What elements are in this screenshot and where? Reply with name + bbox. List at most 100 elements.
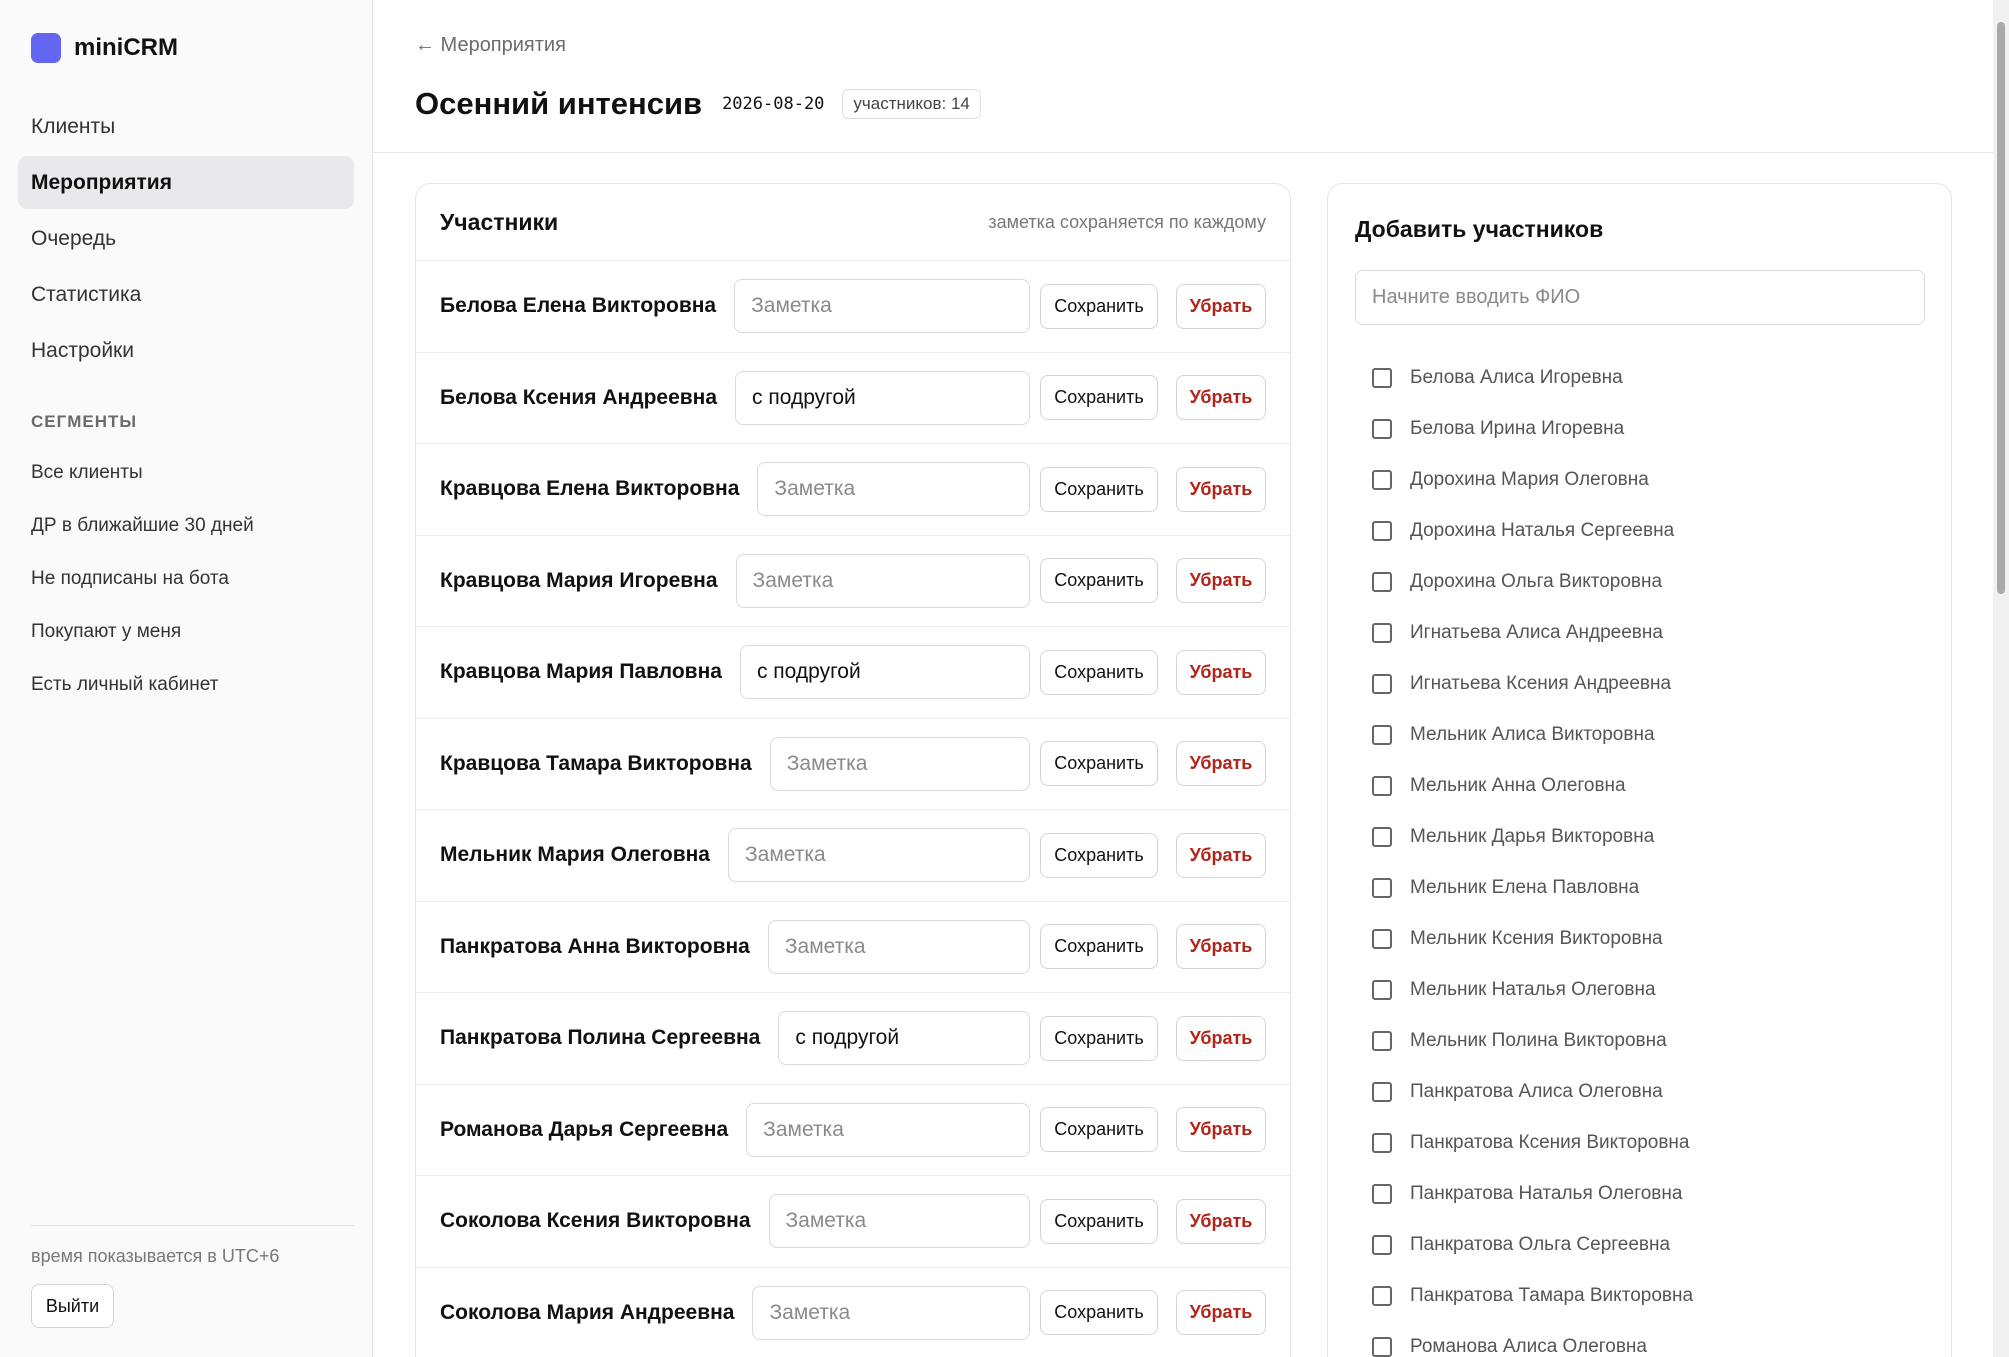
- participant-note-input[interactable]: [746, 1102, 1030, 1157]
- candidate-checkbox[interactable]: [1372, 622, 1392, 643]
- nav-item-clients[interactable]: Клиенты: [18, 100, 354, 153]
- candidate-checkbox[interactable]: [1372, 928, 1392, 949]
- candidate-item[interactable]: Панкратова Алиса Олеговна: [1372, 1066, 1693, 1117]
- candidate-item[interactable]: Мельник Полина Викторовна: [1372, 1015, 1693, 1066]
- candidate-checkbox[interactable]: [1372, 724, 1392, 745]
- participant-row: Кравцова Мария Игоревна Сохранить Убрать: [416, 536, 1290, 627]
- nav-item-queue[interactable]: Очередь: [18, 212, 354, 265]
- participant-note-input[interactable]: [757, 462, 1030, 517]
- candidate-item[interactable]: Дорохина Ольга Викторовна: [1372, 556, 1693, 607]
- remove-participant-button[interactable]: Убрать: [1176, 1290, 1266, 1336]
- candidate-checkbox[interactable]: [1372, 1183, 1392, 1204]
- remove-participant-button[interactable]: Убрать: [1176, 1015, 1266, 1061]
- remove-participant-button[interactable]: Убрать: [1176, 283, 1266, 329]
- remove-participant-button[interactable]: Убрать: [1176, 649, 1266, 695]
- title-row: Осенний интенсив 2026-08-20 участников: …: [415, 86, 981, 122]
- remove-participant-button[interactable]: Убрать: [1176, 1198, 1266, 1244]
- candidate-item[interactable]: Игнатьева Алиса Андреевна: [1372, 607, 1693, 658]
- candidate-item[interactable]: Игнатьева Ксения Андреевна: [1372, 658, 1693, 709]
- save-note-button[interactable]: Сохранить: [1040, 1290, 1158, 1336]
- participant-note-input[interactable]: [752, 1285, 1030, 1340]
- candidate-item[interactable]: Дорохина Мария Олеговна: [1372, 454, 1693, 505]
- candidate-checkbox[interactable]: [1372, 673, 1392, 694]
- participant-search-input[interactable]: [1355, 270, 1925, 325]
- participant-note-input[interactable]: [767, 919, 1030, 974]
- segment-item-not-subscribed[interactable]: Не подписаны на бота: [31, 552, 254, 605]
- remove-participant-button[interactable]: Убрать: [1176, 558, 1266, 604]
- candidate-item[interactable]: Романова Алиса Олеговна: [1372, 1321, 1693, 1357]
- candidate-item[interactable]: Мельник Алиса Викторовна: [1372, 709, 1693, 760]
- segment-item-buyers[interactable]: Покупают у меня: [31, 605, 254, 658]
- participant-note-input[interactable]: [739, 645, 1030, 700]
- candidate-checkbox[interactable]: [1372, 979, 1392, 1000]
- participant-note-input[interactable]: [735, 370, 1030, 425]
- participant-note-input[interactable]: [728, 828, 1030, 883]
- candidate-item[interactable]: Дорохина Наталья Сергеевна: [1372, 505, 1693, 556]
- nav-item-events[interactable]: Мероприятия: [18, 156, 354, 209]
- save-note-button[interactable]: Сохранить: [1040, 466, 1158, 512]
- candidate-checkbox[interactable]: [1372, 418, 1392, 439]
- segment-item-all-clients[interactable]: Все клиенты: [31, 446, 254, 499]
- candidate-item[interactable]: Мельник Дарья Викторовна: [1372, 811, 1693, 862]
- participant-note-input[interactable]: [734, 279, 1030, 334]
- save-note-button[interactable]: Сохранить: [1040, 741, 1158, 787]
- scrollbar-thumb[interactable]: [1997, 22, 2005, 594]
- participant-note-input[interactable]: [768, 1194, 1030, 1249]
- candidate-checkbox[interactable]: [1372, 1336, 1392, 1357]
- save-note-button[interactable]: Сохранить: [1040, 283, 1158, 329]
- nav-item-statistics[interactable]: Статистика: [18, 268, 354, 321]
- remove-participant-button[interactable]: Убрать: [1176, 832, 1266, 878]
- remove-participant-button[interactable]: Убрать: [1176, 375, 1266, 421]
- candidate-checkbox[interactable]: [1372, 1285, 1392, 1306]
- logout-button[interactable]: Выйти: [31, 1284, 114, 1328]
- candidate-item[interactable]: Мельник Елена Павловна: [1372, 862, 1693, 913]
- save-note-button[interactable]: Сохранить: [1040, 558, 1158, 604]
- candidate-item[interactable]: Белова Ирина Игоревна: [1372, 403, 1693, 454]
- candidate-item[interactable]: Мельник Наталья Олеговна: [1372, 964, 1693, 1015]
- candidate-checkbox[interactable]: [1372, 469, 1392, 490]
- save-note-button[interactable]: Сохранить: [1040, 832, 1158, 878]
- save-note-button[interactable]: Сохранить: [1040, 375, 1158, 421]
- remove-participant-button[interactable]: Убрать: [1176, 1107, 1266, 1153]
- candidate-checkbox[interactable]: [1372, 571, 1392, 592]
- candidate-checkbox[interactable]: [1372, 877, 1392, 898]
- candidate-item[interactable]: Панкратова Ольга Сергеевна: [1372, 1219, 1693, 1270]
- brand[interactable]: miniCRM: [31, 33, 178, 63]
- remove-participant-button[interactable]: Убрать: [1176, 924, 1266, 970]
- candidate-checkbox[interactable]: [1372, 1132, 1392, 1153]
- participant-name: Панкратова Полина Сергеевна: [440, 1026, 761, 1050]
- participant-row: Белова Ксения Андреевна Сохранить Убрать: [416, 353, 1290, 444]
- save-note-button[interactable]: Сохранить: [1040, 1107, 1158, 1153]
- candidate-item[interactable]: Мельник Ксения Викторовна: [1372, 913, 1693, 964]
- remove-participant-button[interactable]: Убрать: [1176, 741, 1266, 787]
- sidebar: miniCRM Клиенты Мероприятия Очередь Стат…: [0, 0, 373, 1357]
- segment-item-birthdays[interactable]: ДР в ближайшие 30 дней: [31, 499, 254, 552]
- save-note-button[interactable]: Сохранить: [1040, 649, 1158, 695]
- participant-row: Романова Дарья Сергеевна Сохранить Убрать: [416, 1085, 1290, 1176]
- candidate-checkbox[interactable]: [1372, 775, 1392, 796]
- remove-participant-button[interactable]: Убрать: [1176, 466, 1266, 512]
- candidate-item[interactable]: Панкратова Ксения Викторовна: [1372, 1117, 1693, 1168]
- sidebar-divider: [31, 1225, 354, 1226]
- candidate-checkbox[interactable]: [1372, 1030, 1392, 1051]
- back-link[interactable]: ← Мероприятия: [415, 34, 566, 57]
- page-scrollbar[interactable]: [1993, 0, 2009, 1357]
- participant-note-input[interactable]: [735, 553, 1030, 608]
- candidate-item[interactable]: Мельник Анна Олеговна: [1372, 760, 1693, 811]
- candidate-item[interactable]: Панкратова Наталья Олеговна: [1372, 1168, 1693, 1219]
- nav-item-settings[interactable]: Настройки: [18, 324, 354, 377]
- candidate-item[interactable]: Панкратова Тамара Викторовна: [1372, 1270, 1693, 1321]
- candidate-checkbox[interactable]: [1372, 1234, 1392, 1255]
- participant-note-input[interactable]: [778, 1011, 1030, 1066]
- candidate-checkbox[interactable]: [1372, 1081, 1392, 1102]
- candidate-item[interactable]: Белова Алиса Игоревна: [1372, 352, 1693, 403]
- candidate-checkbox[interactable]: [1372, 520, 1392, 541]
- save-note-button[interactable]: Сохранить: [1040, 1015, 1158, 1061]
- candidate-checkbox[interactable]: [1372, 367, 1392, 388]
- save-note-button[interactable]: Сохранить: [1040, 924, 1158, 970]
- segment-item-has-account[interactable]: Есть личный кабинет: [31, 658, 254, 711]
- save-note-button[interactable]: Сохранить: [1040, 1198, 1158, 1244]
- participant-note-input[interactable]: [769, 736, 1030, 791]
- participant-name: Соколова Мария Андреевна: [440, 1300, 735, 1324]
- candidate-checkbox[interactable]: [1372, 826, 1392, 847]
